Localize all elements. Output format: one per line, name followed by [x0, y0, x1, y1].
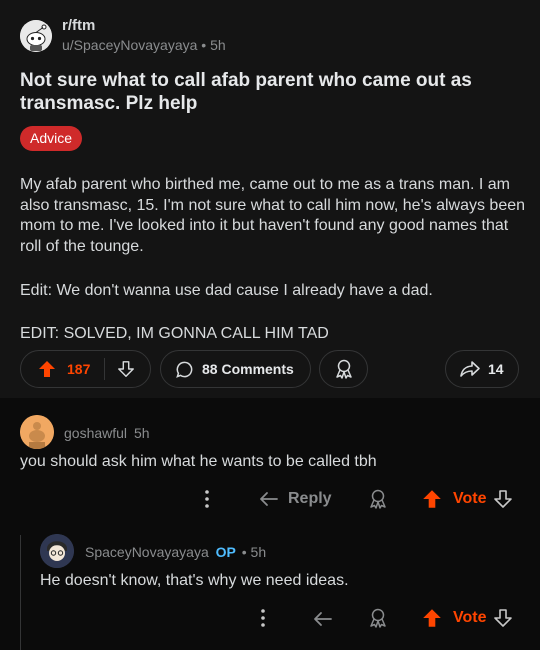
share-count: 14 [488, 361, 504, 377]
upvote-count: 187 [67, 361, 91, 377]
comment-vote-bar: Vote [421, 606, 513, 630]
comment-author-name[interactable]: goshawful [64, 425, 127, 441]
comment-vote-bar: Vote [421, 487, 513, 511]
op-badge: OP [215, 544, 236, 560]
subreddit-avatar[interactable] [20, 20, 52, 52]
post-card: r/ftm u/SpaceyNovayayaya • 5h Not sure w… [0, 0, 540, 398]
comment-body: you should ask him what he wants to be c… [20, 453, 377, 470]
thread-line[interactable] [20, 535, 21, 650]
more-vertical-icon [205, 490, 209, 508]
flair-badge[interactable]: Advice [20, 126, 83, 151]
post-body-paragraph: My afab parent who birthed me, came out … [20, 176, 526, 255]
more-vertical-icon [261, 609, 265, 627]
upvote-icon[interactable] [421, 607, 443, 629]
post-title: Not sure what to call afab parent who ca… [20, 70, 472, 114]
divider [104, 358, 106, 380]
share-button[interactable]: 14 [445, 350, 519, 388]
comment-time: • 5h [241, 544, 267, 560]
reply-button[interactable]: Reply [258, 487, 332, 511]
comment-body: He doesn't know, that's why we need idea… [40, 572, 349, 589]
post-body-paragraph: EDIT: SOLVED, IM GONNA CALL HIM TAD [20, 324, 329, 342]
post-body: My afab parent who birthed me, came out … [20, 175, 525, 344]
vote-label: Vote [453, 490, 487, 507]
snoo-avatar-icon [20, 415, 54, 449]
award-icon [333, 358, 355, 380]
post-body-paragraph: Edit: We don't wanna use dad cause I alr… [20, 282, 433, 299]
more-options-button[interactable] [200, 488, 214, 510]
award-button[interactable] [367, 606, 389, 630]
downvote-icon[interactable] [117, 360, 135, 378]
vote-bar: 187 [20, 350, 151, 388]
avatar[interactable] [40, 534, 74, 568]
downvote-icon[interactable] [493, 489, 513, 509]
award-button[interactable] [367, 487, 389, 511]
award-icon [370, 489, 386, 509]
downvote-icon[interactable] [493, 608, 513, 628]
reply-icon [260, 492, 278, 506]
more-options-button[interactable] [256, 607, 270, 629]
comment-author[interactable]: goshawful 5h [64, 425, 150, 441]
comment-bubble-icon [175, 360, 194, 379]
comments-count: 88 Comments [202, 361, 294, 377]
reply-icon [314, 612, 332, 626]
comments-button[interactable]: 88 Comments [160, 350, 311, 388]
share-icon [459, 359, 481, 379]
comment-time: 5h [133, 425, 150, 441]
snoo-icon [20, 20, 52, 52]
comment-author-name[interactable]: SpaceyNovayayaya [85, 544, 209, 560]
comment-author[interactable]: SpaceyNovayayaya OP • 5h [85, 544, 266, 560]
reply-label: Reply [288, 490, 332, 507]
subreddit-name[interactable]: r/ftm [62, 17, 95, 34]
award-button[interactable] [319, 350, 368, 388]
reply-button[interactable] [312, 607, 334, 631]
post-author-line[interactable]: u/SpaceyNovayayaya • 5h [62, 37, 226, 53]
upvote-icon[interactable] [37, 359, 57, 379]
award-icon [370, 608, 386, 628]
user-avatar-icon [40, 534, 74, 568]
avatar[interactable] [20, 415, 54, 449]
vote-label: Vote [453, 609, 487, 626]
upvote-icon[interactable] [421, 488, 443, 510]
